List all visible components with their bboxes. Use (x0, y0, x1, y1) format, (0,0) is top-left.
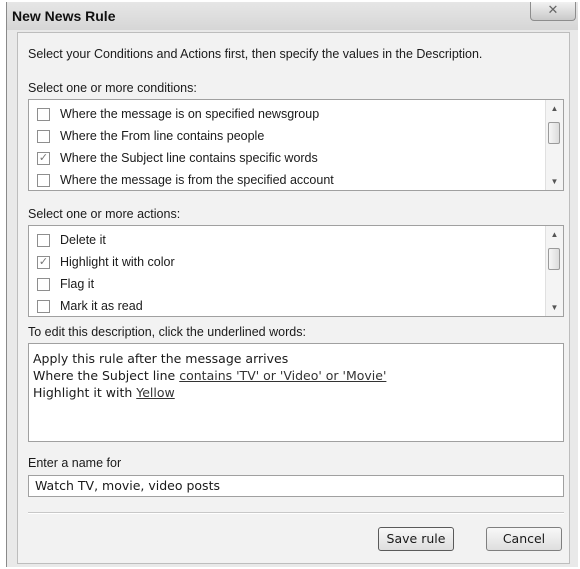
title-bar: New News Rule ✕ (7, 2, 578, 30)
description-line: Highlight it with Yellow (33, 384, 559, 401)
scroll-up-arrow-icon[interactable]: ▲ (546, 100, 563, 117)
save-rule-button[interactable]: Save rule (378, 527, 454, 551)
action-checkbox[interactable]: ✓ (37, 255, 50, 269)
rule-name-input[interactable]: Watch TV, movie, video posts (28, 475, 564, 497)
dialog-title: New News Rule (12, 8, 116, 24)
conditions-scrollbar[interactable]: ▲ ▼ (545, 100, 563, 190)
action-checkbox[interactable] (37, 277, 50, 291)
conditions-list[interactable]: Where the message is on specified newsgr… (28, 99, 564, 191)
subject-words-link[interactable]: contains 'TV' or 'Video' or 'Movie' (179, 368, 386, 383)
description-text: Where the Subject line (33, 368, 180, 383)
description-text: Highlight it with (33, 385, 137, 400)
separator (28, 512, 564, 514)
scroll-thumb[interactable] (548, 122, 560, 144)
action-label: Delete it (60, 233, 106, 247)
new-news-rule-dialog: New News Rule ✕ Select your Conditions a… (6, 2, 578, 567)
condition-checkbox[interactable]: ✓ (37, 151, 50, 165)
condition-label: Where the Subject line contains specific… (60, 151, 318, 165)
action-item[interactable]: ✓ Highlight it with color (29, 251, 563, 273)
scroll-up-arrow-icon[interactable]: ▲ (546, 226, 563, 243)
rule-name-label: Enter a name for (28, 456, 122, 470)
conditions-label: Select one or more conditions: (28, 81, 197, 95)
description-text: Apply this rule after the message arrive… (33, 351, 289, 366)
description-label: To edit this description, click the unde… (28, 325, 306, 339)
action-label: Mark it as read (60, 299, 143, 313)
actions-label: Select one or more actions: (28, 207, 181, 221)
condition-checkbox[interactable] (37, 173, 50, 187)
actions-list[interactable]: Delete it ✓ Highlight it with color Flag… (28, 225, 564, 317)
condition-checkbox[interactable] (37, 107, 50, 121)
highlight-color-link[interactable]: Yellow (136, 385, 174, 400)
condition-label: Where the message is on specified newsgr… (60, 107, 320, 121)
dialog-content: Select your Conditions and Actions first… (17, 32, 570, 564)
rule-description-box: Apply this rule after the message arrive… (28, 343, 564, 442)
intro-text: Select your Conditions and Actions first… (28, 47, 483, 61)
scroll-down-arrow-icon[interactable]: ▼ (546, 173, 563, 190)
condition-item[interactable]: Where the From line contains people (29, 125, 563, 147)
action-checkbox[interactable] (37, 233, 50, 247)
condition-label: Where the From line contains people (60, 129, 265, 143)
condition-checkbox[interactable] (37, 129, 50, 143)
action-item[interactable]: Mark it as read (29, 295, 563, 316)
cancel-button[interactable]: Cancel (486, 527, 562, 551)
description-line: Where the Subject line contains 'TV' or … (33, 367, 559, 384)
action-item[interactable]: Delete it (29, 229, 563, 251)
description-line: Apply this rule after the message arrive… (33, 350, 559, 367)
condition-item[interactable]: Where the message is on specified newsgr… (29, 103, 563, 125)
condition-label: Where the message is from the specified … (60, 173, 334, 187)
scroll-thumb[interactable] (548, 248, 560, 270)
close-icon: ✕ (547, 2, 559, 17)
action-item[interactable]: Flag it (29, 273, 563, 295)
scroll-down-arrow-icon[interactable]: ▼ (546, 299, 563, 316)
action-label: Flag it (60, 277, 95, 291)
condition-item[interactable]: ✓ Where the Subject line contains specif… (29, 147, 563, 169)
actions-scrollbar[interactable]: ▲ ▼ (545, 226, 563, 316)
condition-item[interactable]: Where the message is from the specified … (29, 169, 563, 190)
close-button[interactable]: ✕ (530, 2, 576, 21)
action-checkbox[interactable] (37, 299, 50, 313)
action-label: Highlight it with color (60, 255, 175, 269)
